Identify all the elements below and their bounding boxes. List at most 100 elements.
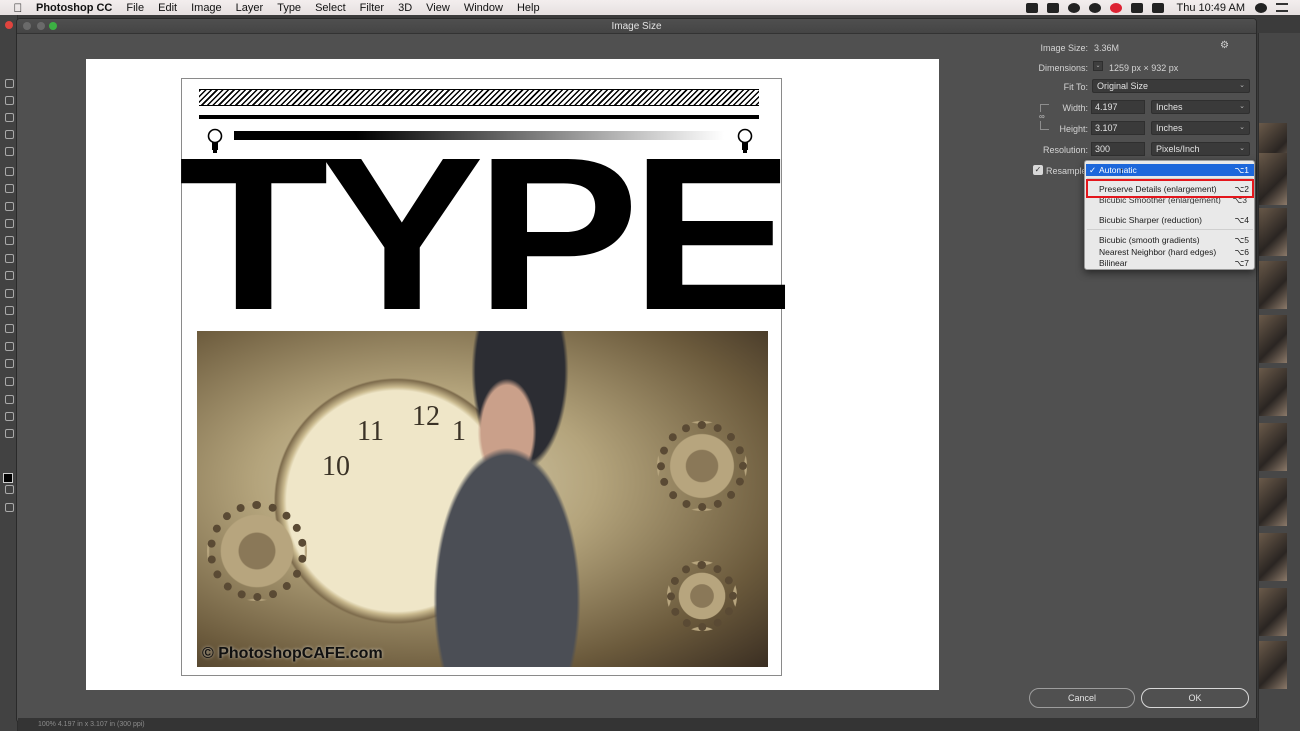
checkmark-icon: ✓ bbox=[1089, 165, 1097, 175]
eraser-tool-icon[interactable] bbox=[5, 254, 14, 263]
crop-tool-icon[interactable] bbox=[5, 147, 14, 156]
status-icons: Thu 10:49 AM bbox=[1025, 0, 1300, 15]
type-tool-icon[interactable] bbox=[5, 342, 14, 351]
gradient-tool-icon[interactable] bbox=[5, 271, 14, 280]
eyedropper-tool-icon[interactable] bbox=[5, 167, 14, 176]
menu-filter[interactable]: Filter bbox=[360, 2, 384, 14]
menu-item-automatic[interactable]: ✓ Automatic ⌥1 bbox=[1086, 164, 1254, 176]
menu-help[interactable]: Help bbox=[517, 2, 540, 14]
gear-icon[interactable]: ⚙ bbox=[1220, 40, 1229, 51]
blur-tool-icon[interactable] bbox=[5, 289, 14, 298]
model-figure bbox=[377, 331, 637, 667]
brush-tool-icon[interactable] bbox=[5, 202, 14, 211]
timemachine-icon[interactable] bbox=[1130, 2, 1143, 13]
thumbnail[interactable] bbox=[1259, 423, 1287, 471]
quick-select-tool-icon[interactable] bbox=[5, 130, 14, 139]
height-label: Height: bbox=[1059, 124, 1088, 134]
menu-file[interactable]: File bbox=[126, 2, 144, 14]
menu-item-bicubic-sharper[interactable]: Bicubic Sharper (reduction) ⌥4 bbox=[1086, 214, 1254, 226]
mouse-cursor-icon: ↑ bbox=[1119, 166, 1124, 177]
menu-clock[interactable]: Thu 10:49 AM bbox=[1177, 2, 1246, 14]
dropbox-icon[interactable] bbox=[1046, 2, 1059, 13]
pen-tool-icon[interactable] bbox=[5, 324, 14, 333]
resample-label: Resample bbox=[1046, 166, 1087, 176]
menu-item-bilinear[interactable]: Bilinear ⌥7 bbox=[1086, 257, 1254, 269]
menu-bar:  Photoshop CC File Edit Image Layer Typ… bbox=[0, 0, 1300, 15]
thumbnail[interactable] bbox=[1259, 588, 1287, 636]
menu-select[interactable]: Select bbox=[315, 2, 346, 14]
dialog-minimize-icon[interactable] bbox=[37, 22, 45, 30]
menu-separator bbox=[1087, 229, 1253, 230]
history-brush-tool-icon[interactable] bbox=[5, 236, 14, 245]
width-unit-select[interactable]: Inches ⌄ bbox=[1151, 100, 1250, 114]
menu-item-shortcut: ⌥5 bbox=[1234, 235, 1249, 245]
thumbnail[interactable] bbox=[1259, 368, 1287, 416]
menu-image[interactable]: Image bbox=[191, 2, 222, 14]
menu-type[interactable]: Type bbox=[277, 2, 301, 14]
cancel-button[interactable]: Cancel bbox=[1029, 688, 1135, 708]
hand-tool-icon[interactable] bbox=[5, 395, 14, 404]
onepassword-icon[interactable] bbox=[1067, 2, 1080, 13]
screen-mode-icon[interactable] bbox=[5, 503, 14, 512]
spotlight-icon[interactable] bbox=[1255, 2, 1267, 13]
thumbnail[interactable] bbox=[1259, 315, 1287, 363]
lasso-tool-icon[interactable] bbox=[5, 113, 14, 122]
image-preview[interactable]: TYPE 11 12 1 10 © PhotoshopCAFE.com bbox=[86, 59, 939, 690]
shape-tool-icon[interactable] bbox=[5, 377, 14, 386]
thumbnail[interactable] bbox=[1259, 641, 1287, 689]
resample-checkbox[interactable]: ✓ bbox=[1033, 165, 1043, 175]
resolution-unit-value: Pixels/Inch bbox=[1156, 144, 1200, 154]
more-tools-icon[interactable] bbox=[5, 429, 14, 438]
marquee-tool-icon[interactable] bbox=[5, 96, 14, 105]
thumbnail[interactable] bbox=[1259, 478, 1287, 526]
headline-text: TYPE bbox=[178, 113, 794, 356]
image-size-value: 3.36M bbox=[1094, 43, 1120, 53]
link-icon[interactable]: ∞ bbox=[1039, 112, 1045, 121]
app-menu[interactable]: Photoshop CC bbox=[36, 2, 112, 14]
menu-item-label: Bilinear bbox=[1099, 258, 1128, 268]
dimensions-unit-dropdown[interactable]: ⌄ bbox=[1093, 61, 1103, 71]
fit-to-select[interactable]: Original Size ⌄ bbox=[1092, 79, 1250, 93]
dialog-close-icon[interactable] bbox=[23, 22, 31, 30]
menu-3d[interactable]: 3D bbox=[398, 2, 412, 14]
screen-record-icon[interactable] bbox=[1025, 2, 1038, 13]
dialog-zoom-icon[interactable] bbox=[49, 22, 57, 30]
thumbnail[interactable] bbox=[1259, 208, 1287, 256]
chevron-down-icon: ⌄ bbox=[1239, 103, 1245, 110]
menu-view[interactable]: View bbox=[426, 2, 450, 14]
foreground-color-swatch[interactable] bbox=[3, 473, 13, 483]
healing-tool-icon[interactable] bbox=[5, 184, 14, 193]
move-tool-icon[interactable] bbox=[5, 79, 14, 88]
gear-graphic bbox=[657, 421, 747, 511]
volume-icon[interactable] bbox=[1151, 2, 1164, 13]
ok-button[interactable]: OK bbox=[1141, 688, 1249, 708]
creative-cloud-icon[interactable] bbox=[1088, 2, 1101, 13]
thumbnail[interactable] bbox=[1259, 261, 1287, 309]
steampunk-photo: 11 12 1 10 © PhotoshopCAFE.com bbox=[197, 331, 768, 667]
notification-icon[interactable] bbox=[1109, 2, 1122, 13]
apple-icon[interactable]:  bbox=[12, 1, 24, 15]
resample-method-menu: ✓ Automatic ⌥1 Preserve Details (enlarge… bbox=[1084, 160, 1255, 270]
height-unit-select[interactable]: Inches ⌄ bbox=[1151, 121, 1250, 135]
menu-item-bicubic[interactable]: Bicubic (smooth gradients) ⌥5 bbox=[1086, 234, 1254, 246]
dodge-tool-icon[interactable] bbox=[5, 306, 14, 315]
menu-edit[interactable]: Edit bbox=[158, 2, 177, 14]
dialog-titlebar: Image Size bbox=[17, 19, 1256, 34]
path-select-tool-icon[interactable] bbox=[5, 359, 14, 368]
menu-window[interactable]: Window bbox=[464, 2, 503, 14]
notification-center-icon[interactable] bbox=[1276, 3, 1288, 12]
fit-to-label: Fit To: bbox=[1063, 82, 1088, 92]
menu-item-shortcut: ⌥7 bbox=[1234, 258, 1249, 268]
width-input[interactable]: 4.197 bbox=[1091, 100, 1145, 114]
resolution-unit-select[interactable]: Pixels/Inch ⌄ bbox=[1151, 142, 1250, 156]
menu-layer[interactable]: Layer bbox=[236, 2, 264, 14]
stamp-tool-icon[interactable] bbox=[5, 219, 14, 228]
image-size-label: Image Size: bbox=[1040, 43, 1088, 53]
thumbnail[interactable] bbox=[1259, 533, 1287, 581]
height-input[interactable]: 3.107 bbox=[1091, 121, 1145, 135]
quick-mask-icon[interactable] bbox=[5, 485, 14, 494]
thumbnail[interactable] bbox=[1259, 153, 1287, 205]
document-close-icon[interactable] bbox=[5, 21, 13, 29]
zoom-tool-icon[interactable] bbox=[5, 412, 14, 421]
resolution-input[interactable]: 300 bbox=[1091, 142, 1145, 156]
